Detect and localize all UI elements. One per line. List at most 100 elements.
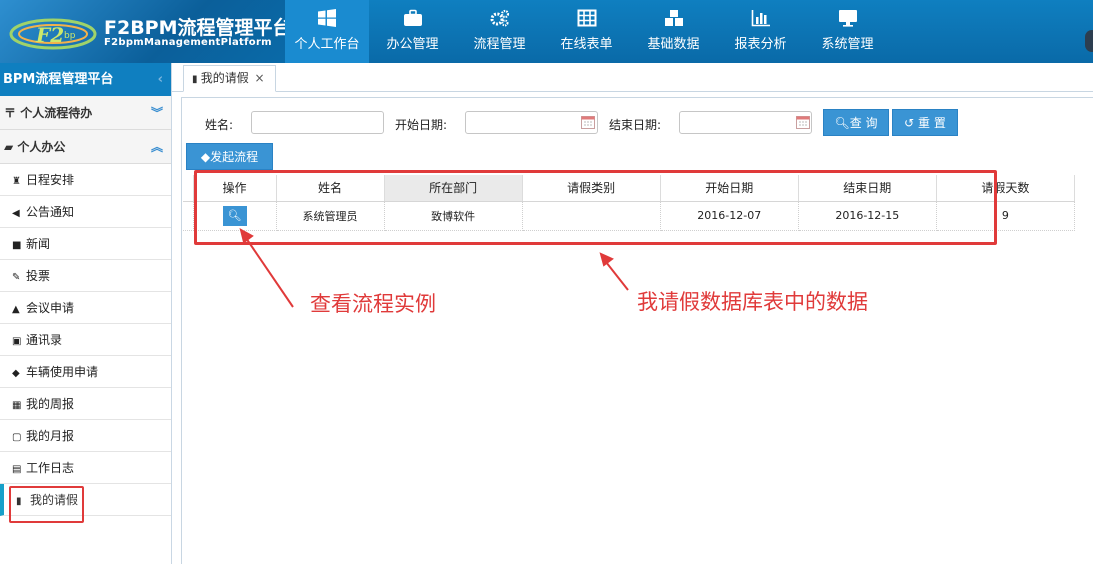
name-input[interactable] — [251, 111, 384, 134]
sidebar-item-news[interactable]: ■ 新闻 — [0, 228, 171, 260]
sidebar-item-notice[interactable]: ◀ 公告通知 — [0, 196, 171, 228]
nav-base-data[interactable]: 基础数据 — [630, 0, 717, 63]
graduation-cap-icon: ▲ — [12, 304, 20, 315]
end-date-input[interactable] — [679, 111, 812, 134]
content-panel — [181, 97, 1093, 564]
tab-label: 我的请假 — [200, 71, 249, 85]
sidebar-item-label: 日程安排 — [26, 173, 75, 187]
chevron-up-icon: ︽ — [150, 140, 163, 154]
sidebar-item-label: 我的月报 — [26, 429, 75, 443]
query-label: 查 询 — [849, 116, 878, 130]
end-date-label: 结束日期: — [609, 118, 662, 132]
sidebar-item-vehicle[interactable]: ◆ 车辆使用申请 — [0, 356, 171, 388]
launch-process-button[interactable]: ◆发起流程 — [186, 143, 273, 170]
row-indicator-header — [183, 175, 194, 202]
sidebar-item-label: 工作日志 — [26, 461, 75, 475]
sidebar-item-label: 公告通知 — [26, 205, 75, 219]
car-icon: ◆ — [12, 368, 20, 379]
svg-text:F2: F2 — [35, 23, 64, 47]
tab-bar: ▮ 我的请假 × — [172, 63, 1093, 92]
row-indicator — [183, 201, 194, 231]
sidebar-group-todo[interactable]: 〒 个人流程待办 ︾ — [0, 96, 171, 130]
annotation-box-sidebar — [9, 486, 84, 523]
collapse-sidebar-icon[interactable]: ‹ — [158, 63, 163, 96]
calendar-icon: ▢ — [12, 432, 22, 443]
windows-icon — [318, 9, 336, 27]
folder-icon: ■ — [12, 240, 22, 251]
car-icon: ◆ — [200, 150, 211, 164]
nav-label: 系统管理 — [821, 37, 874, 52]
group-label: 个人流程待办 — [20, 106, 93, 120]
nav-system[interactable]: 系统管理 — [804, 0, 891, 63]
briefcase-icon — [403, 9, 422, 26]
sidebar-item-worklog[interactable]: ▤ 工作日志 — [0, 452, 171, 484]
monitor-icon — [838, 10, 857, 27]
calendar-picker-icon[interactable] — [795, 114, 811, 130]
file-icon: ▮ — [192, 74, 201, 85]
logo-swoosh-icon: F2 bp — [9, 18, 97, 50]
sidebar-item-label: 我的周报 — [26, 397, 75, 411]
logo: F2 bp F2BPM流程管理平台 F2bpmManagementPlatfor… — [0, 0, 285, 63]
sidebar-title: BPM流程管理平台 — [3, 72, 114, 87]
bar-chart-icon — [751, 10, 770, 27]
sidebar-item-contacts[interactable]: ▣ 通讯录 — [0, 324, 171, 356]
sidebar-item-label: 投票 — [26, 269, 51, 283]
nav-online-form[interactable]: 在线表单 — [543, 0, 630, 63]
group-label: 个人办公 — [17, 140, 66, 154]
close-icon[interactable]: × — [255, 71, 265, 85]
name-label: 姓名: — [205, 118, 234, 132]
folder-open-icon: ▰ — [4, 140, 18, 154]
sidebar-item-label: 车辆使用申请 — [26, 365, 99, 379]
vote-icon: ✎ — [12, 272, 21, 283]
logo-subtitle: F2bpmManagementPlatform — [104, 37, 272, 48]
sidebar-item-label: 会议申请 — [26, 301, 75, 315]
sidebar-item-weekly[interactable]: ▦ 我的周报 — [0, 388, 171, 420]
sidebar-item-monthly[interactable]: ▢ 我的月报 — [0, 420, 171, 452]
nav-label: 个人工作台 — [294, 37, 360, 52]
tab-my-leave[interactable]: ▮ 我的请假 × — [183, 65, 276, 92]
reset-button[interactable]: ↺ 重 置 — [892, 109, 958, 136]
contact-book-icon: ▣ — [12, 336, 22, 347]
launch-label: 发起流程 — [210, 150, 259, 164]
sidebar-item-schedule[interactable]: ♜ 日程安排 — [0, 164, 171, 196]
top-header: F2 bp F2BPM流程管理平台 F2bpmManagementPlatfor… — [0, 0, 1093, 63]
annotation-view-instance: 查看流程实例 — [310, 292, 436, 316]
start-date-input[interactable] — [465, 111, 598, 134]
header-toggle-button[interactable] — [1085, 30, 1093, 52]
sidebar-item-label: 通讯录 — [26, 333, 63, 347]
nav-label: 基础数据 — [647, 37, 700, 52]
annotation-box-table — [194, 170, 997, 245]
sitemap-icon: ♜ — [12, 176, 21, 187]
cubes-icon — [664, 10, 683, 26]
svg-text:bp: bp — [64, 31, 76, 41]
gears-icon — [490, 9, 509, 27]
calendar-picker-icon[interactable] — [580, 114, 596, 130]
table-icon — [577, 9, 596, 27]
sidebar-item-meeting[interactable]: ▲ 会议申请 — [0, 292, 171, 324]
list-icon: 〒 — [4, 106, 21, 120]
sidebar-item-label: 新闻 — [26, 237, 51, 251]
chevron-down-icon: ︾ — [150, 106, 163, 120]
nav-personal-workbench[interactable]: 个人工作台 — [285, 0, 369, 63]
nav-report-analysis[interactable]: 报表分析 — [717, 0, 804, 63]
nav-label: 办公管理 — [386, 37, 439, 52]
logo-title: F2BPM流程管理平台 — [104, 17, 285, 39]
query-button[interactable]: 🔍︎查 询 — [823, 109, 889, 136]
main-nav: 个人工作台 办公管理 流程管理 在线表单 基础数据 报表分析 系统管理 — [285, 0, 891, 63]
sidebar-header: BPM流程管理平台 ‹ — [0, 63, 171, 96]
start-date-label: 开始日期: — [395, 118, 448, 132]
bullhorn-icon: ◀ — [12, 208, 20, 219]
nav-office[interactable]: 办公管理 — [369, 0, 456, 63]
nav-label: 在线表单 — [560, 37, 613, 52]
sidebar-item-vote[interactable]: ✎ 投票 — [0, 260, 171, 292]
log-icon: ▤ — [12, 464, 22, 475]
nav-label: 报表分析 — [734, 37, 787, 52]
calendar-icon: ▦ — [12, 400, 22, 411]
sidebar-group-office[interactable]: ▰ 个人办公 ︽ — [0, 130, 171, 164]
undo-icon: ↺ — [904, 116, 919, 130]
nav-label: 流程管理 — [473, 37, 526, 52]
annotation-db-data: 我请假数据库表中的数据 — [637, 290, 868, 314]
search-icon: 🔍︎ — [834, 116, 850, 130]
nav-process[interactable]: 流程管理 — [456, 0, 543, 63]
reset-label: 重 置 — [918, 116, 946, 130]
